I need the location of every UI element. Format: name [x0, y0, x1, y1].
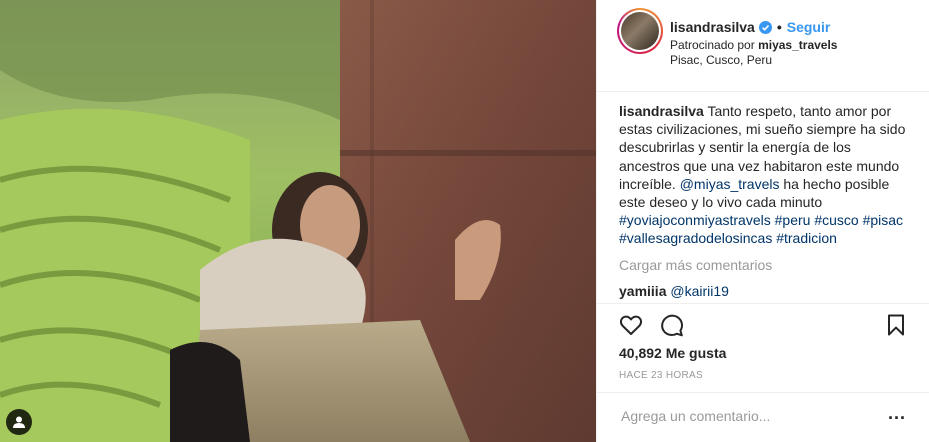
separator-dot: • [776, 19, 782, 35]
load-more-comments[interactable]: Cargar más comentarios [619, 257, 772, 273]
post-image [0, 0, 596, 442]
comment-mention[interactable]: @kairii19 [670, 283, 729, 299]
user-tag-icon[interactable] [6, 409, 32, 435]
post-sidebar: lisandrasilva • Seguir Patrocinado por m… [596, 0, 929, 442]
username-link[interactable]: lisandrasilva [670, 19, 755, 35]
like-count[interactable]: 40,892 Me gusta [619, 345, 726, 361]
more-options-icon[interactable]: ... [888, 403, 906, 424]
heart-icon[interactable] [619, 313, 643, 337]
hashtag[interactable]: #cusco [814, 212, 858, 228]
caption-username[interactable]: lisandrasilva [619, 103, 704, 119]
comment-input[interactable] [619, 407, 883, 425]
post-header: lisandrasilva • Seguir Patrocinado por m… [597, 0, 929, 92]
hashtag[interactable]: #vallesagradodelosincas [619, 230, 772, 246]
action-bar [597, 303, 929, 343]
hashtag[interactable]: #pisac [863, 212, 903, 228]
sponsor-link[interactable]: miyas_travels [758, 38, 837, 52]
hashtag[interactable]: #peru [775, 212, 811, 228]
story-ring[interactable] [617, 8, 663, 54]
hashtag[interactable]: #yoviajoconmiyastravels [619, 212, 771, 228]
avatar[interactable] [621, 12, 659, 50]
add-comment-bar: ... [597, 392, 929, 442]
comment-username[interactable]: yamiiia [619, 283, 666, 299]
caption: lisandrasilva Tanto respeto, tanto amor … [619, 102, 911, 248]
post-photo[interactable] [0, 0, 596, 442]
bookmark-icon[interactable] [884, 313, 908, 337]
sponsored-line: Patrocinado por miyas_travels [670, 38, 837, 52]
comment-row: yamiiia @kairii19 [619, 283, 729, 299]
follow-button[interactable]: Seguir [787, 19, 831, 35]
hashtag[interactable]: #tradicion [776, 230, 837, 246]
verified-badge-icon [758, 20, 772, 34]
sponsored-prefix: Patrocinado por [670, 38, 755, 52]
post-timestamp[interactable]: HACE 23 HORAS [619, 370, 703, 381]
comment-icon[interactable] [660, 313, 684, 337]
location-link[interactable]: Pisac, Cusco, Peru [670, 53, 772, 67]
caption-mention[interactable]: @miyas_travels [680, 176, 780, 192]
